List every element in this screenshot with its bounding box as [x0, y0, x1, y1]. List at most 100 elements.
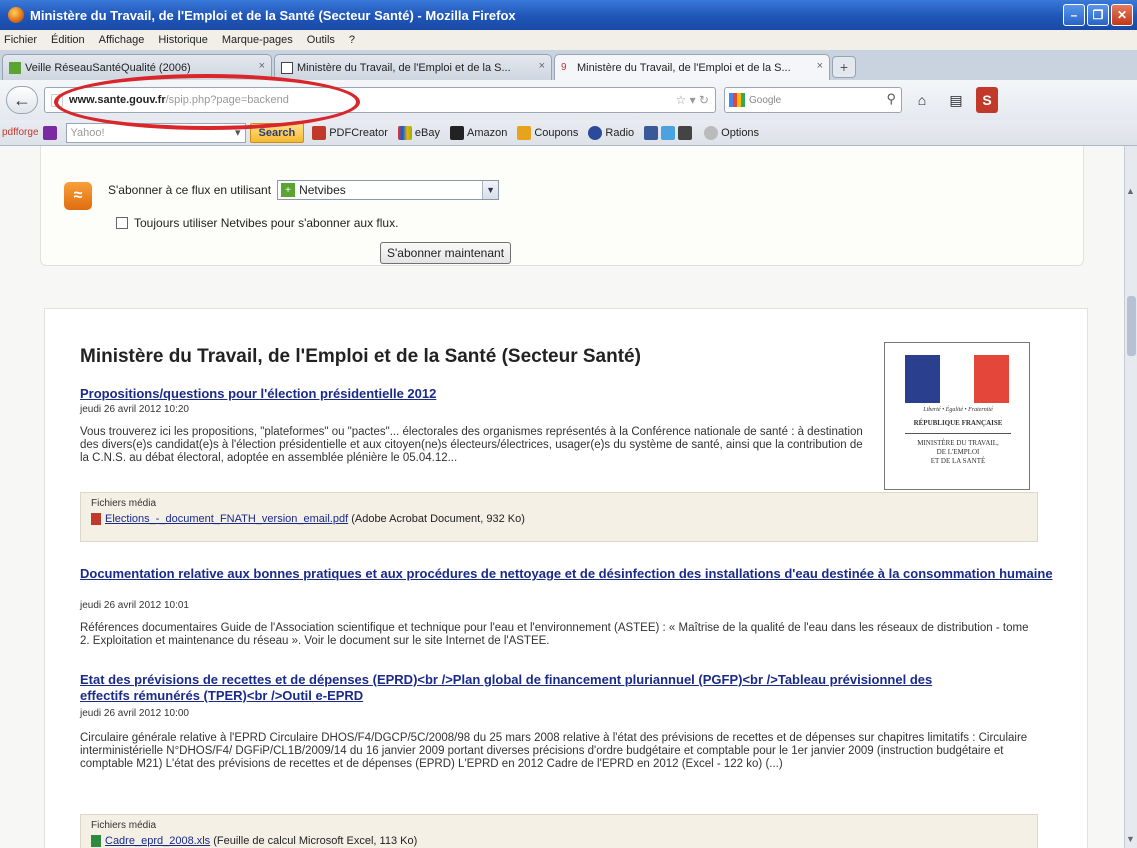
- close-tab-icon[interactable]: ×: [817, 60, 823, 72]
- scroll-up-icon[interactable]: ▲: [1126, 186, 1135, 196]
- media-file-row: Elections_-_document_FNATH_version_email…: [91, 513, 525, 526]
- tab-veille[interactable]: Veille RéseauSantéQualité (2006) ×: [2, 54, 272, 80]
- toolbar-item-label: Options: [721, 126, 760, 139]
- page-favicon-icon: [281, 61, 293, 74]
- url-path: /spip.php?page=backend: [165, 94, 289, 106]
- netvibes-icon: +: [281, 183, 296, 197]
- yahoo-search-button[interactable]: Search: [249, 122, 305, 143]
- coupons-icon: [517, 125, 532, 140]
- tab-bar: Veille RéseauSantéQualité (2006) × Minis…: [0, 50, 1137, 80]
- menu-outils[interactable]: Outils: [307, 34, 335, 46]
- menu-marque-pages[interactable]: Marque-pages: [222, 34, 293, 46]
- toolbar-item-label: Amazon: [466, 126, 508, 139]
- close-tab-icon[interactable]: ×: [539, 60, 545, 72]
- media-file-row: Cadre_eprd_2008.xls (Feuille de calcul M…: [91, 835, 417, 848]
- gear-icon: [704, 125, 719, 140]
- subscribe-row: S'abonner à ce flux en utilisant + Netvi…: [108, 180, 500, 200]
- tab-label: Ministère du Travail, de l'Emploi et de …: [577, 61, 791, 74]
- site-identity-icon[interactable]: ○: [51, 93, 64, 107]
- yahoo-placeholder: Yahoo!: [70, 126, 105, 139]
- app-icon[interactable]: [678, 125, 693, 140]
- toolbar-amazon[interactable]: Amazon: [449, 125, 508, 140]
- url-host: www.sante.gouv.fr: [69, 94, 166, 106]
- toolbar-item-label: PDFCreator: [329, 126, 388, 139]
- article-date: jeudi 26 avril 2012 10:20: [80, 404, 189, 415]
- always-use-row[interactable]: Toujours utiliser Netvibes pour s'abonne…: [116, 216, 398, 230]
- chevron-down-icon[interactable]: ▼: [482, 181, 499, 199]
- article-body: Vous trouverez ici les propositions, "pl…: [80, 426, 863, 464]
- rss-favicon-icon: 9: [561, 61, 567, 73]
- menu-affichage[interactable]: Affichage: [99, 34, 145, 46]
- page-content: ≈ S'abonner à ce flux en utilisant + Net…: [0, 146, 1124, 848]
- yahoo-icon[interactable]: [42, 125, 57, 140]
- new-tab-button[interactable]: +: [832, 56, 856, 78]
- article-body: Références documentaires Guide de l'Asso…: [80, 622, 1029, 647]
- media-files-box: Fichiers média Cadre_eprd_2008.xls (Feui…: [80, 814, 1038, 848]
- google-icon: [729, 93, 745, 107]
- toolbar-item-label: Radio: [605, 126, 635, 139]
- toolbar-options[interactable]: Options: [704, 125, 760, 140]
- tab-ministere-2[interactable]: 9 Ministère du Travail, de l'Emploi et d…: [554, 54, 830, 80]
- article-title-link[interactable]: Propositions/questions pour l'élection p…: [80, 386, 860, 402]
- browser-window: Ministère du Travail, de l'Emploi et de …: [0, 0, 1137, 848]
- toolbar-ebay[interactable]: eBay: [397, 125, 440, 140]
- always-use-label: Toujours utiliser Netvibes pour s'abonne…: [134, 216, 399, 230]
- close-tab-icon[interactable]: ×: [259, 60, 265, 72]
- logo-republic: RÉPUBLIQUE FRANÇAISE: [913, 419, 1003, 427]
- pdfcreator-icon: [312, 125, 327, 140]
- menu-historique[interactable]: Historique: [158, 34, 208, 46]
- feed-title: Ministère du Travail, de l'Emploi et de …: [80, 346, 641, 367]
- tab-ministere-1[interactable]: Ministère du Travail, de l'Emploi et de …: [274, 54, 552, 80]
- url-bar[interactable]: ○ www.sante.gouv.fr /spip.php?page=backe…: [44, 87, 716, 113]
- scrollbar-thumb[interactable]: [1127, 296, 1136, 356]
- yahoo-search-input[interactable]: Yahoo! ▾: [65, 122, 246, 143]
- article-title-link[interactable]: Documentation relative aux bonnes pratiq…: [80, 566, 1055, 582]
- library-icon[interactable]: ▤: [942, 87, 970, 113]
- menu-fichier[interactable]: Fichier: [4, 34, 37, 46]
- toolbar-coupons[interactable]: Coupons: [517, 125, 579, 140]
- window-title: Ministère du Travail, de l'Emploi et de …: [30, 7, 516, 23]
- toolbar-item-label: Coupons: [534, 126, 579, 139]
- article-title-link[interactable]: Etat des prévisions de recettes et de dé…: [80, 672, 980, 704]
- back-button[interactable]: ←: [6, 86, 38, 114]
- addon-toolbar: pdfforge Yahoo! ▾ Search PDFCreator eBay…: [0, 120, 1137, 146]
- bookmark-star-icon[interactable]: ☆ ▾ ↻: [675, 93, 709, 107]
- article-date: jeudi 26 avril 2012 10:01: [80, 600, 189, 611]
- netvibes-favicon-icon: [9, 61, 21, 74]
- ebay-icon: [397, 125, 412, 140]
- media-file-link[interactable]: Cadre_eprd_2008.xls: [105, 835, 210, 847]
- menu-edition[interactable]: Édition: [51, 34, 85, 46]
- excel-icon: [91, 835, 101, 848]
- always-use-checkbox[interactable]: [116, 217, 128, 229]
- pdfforge-label[interactable]: pdfforge: [2, 127, 39, 138]
- flag-icon: [905, 355, 1010, 403]
- toolbar-pdfcreator[interactable]: PDFCreator: [312, 125, 388, 140]
- media-file-link[interactable]: Elections_-_document_FNATH_version_email…: [105, 513, 348, 525]
- firefox-logo-icon: [8, 7, 24, 23]
- maximize-button[interactable]: ❐: [1087, 4, 1109, 26]
- menu-help[interactable]: ?: [349, 34, 355, 46]
- logo-motto: Liberté • Égalité • Fraternité: [923, 407, 993, 413]
- vertical-scrollbar[interactable]: ▲ ▼: [1124, 146, 1137, 848]
- media-file-info: (Adobe Acrobat Document, 932 Ko): [351, 513, 525, 525]
- chevron-down-icon[interactable]: ▾: [235, 126, 241, 139]
- menu-bar: Fichier Édition Affichage Historique Mar…: [0, 30, 1137, 50]
- subscribe-now-button[interactable]: S'abonner maintenant: [380, 242, 512, 264]
- scroll-down-icon[interactable]: ▼: [1126, 834, 1135, 844]
- toolbar-item-label: eBay: [414, 126, 440, 139]
- search-icon[interactable]: ⚲: [886, 91, 896, 107]
- search-box[interactable]: Google ⚲: [724, 87, 902, 113]
- pdf-icon: [91, 513, 101, 526]
- addon-s-icon[interactable]: S: [976, 87, 998, 113]
- feed-reader-select[interactable]: + Netvibes ▼: [277, 180, 500, 200]
- home-icon[interactable]: ⌂: [908, 87, 936, 113]
- toolbar-radio[interactable]: Radio: [588, 125, 635, 140]
- title-bar: Ministère du Travail, de l'Emploi et de …: [0, 0, 1137, 30]
- radio-icon: [588, 125, 603, 140]
- close-button[interactable]: ✕: [1111, 4, 1133, 26]
- search-placeholder: Google: [749, 94, 782, 106]
- facebook-icon[interactable]: [644, 125, 659, 140]
- minimize-button[interactable]: –: [1063, 4, 1085, 26]
- twitter-icon[interactable]: [661, 125, 676, 140]
- republique-francaise-logo: Liberté • Égalité • Fraternité RÉPUBLIQU…: [884, 342, 1030, 490]
